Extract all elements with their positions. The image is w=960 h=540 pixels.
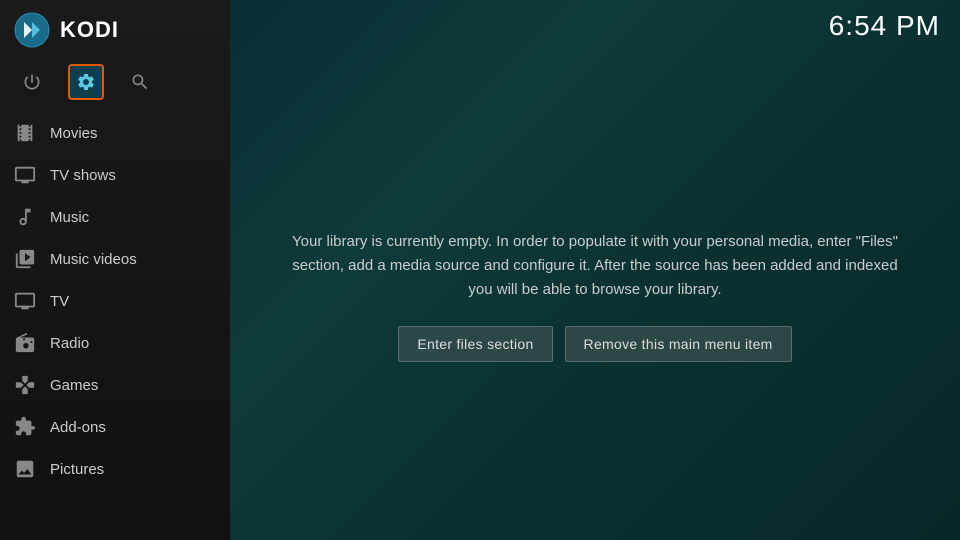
enter-files-button[interactable]: Enter files section [398,326,552,362]
sidebar-item-radio[interactable]: Radio [0,322,230,364]
sidebar-icon-row [0,60,230,112]
tv-icon [14,290,36,312]
sidebar-item-add-ons[interactable]: Add-ons [0,406,230,448]
sidebar-item-music[interactable]: Music [0,196,230,238]
sidebar-item-tv-shows[interactable]: TV shows [0,154,230,196]
content-area: Your library is currently empty. In orde… [230,52,960,540]
sidebar-label-movies: Movies [50,125,98,142]
empty-library-message: Your library is currently empty. In orde… [290,230,900,362]
radio-icon [14,332,36,354]
games-icon [14,374,36,396]
app-header: KODI [0,0,230,60]
sidebar-nav: Movies TV shows Music Music videos [0,112,230,490]
sidebar-label-add-ons: Add-ons [50,419,106,436]
remove-menu-item-button[interactable]: Remove this main menu item [565,326,792,362]
sidebar-item-games[interactable]: Games [0,364,230,406]
time-display: 6:54 PM [829,10,940,42]
music-videos-icon [14,248,36,270]
search-icon [130,72,150,92]
pictures-icon [14,458,36,480]
app-title: KODI [60,17,119,43]
movies-icon [14,122,36,144]
sidebar-label-music-videos: Music videos [50,251,137,268]
sidebar-label-pictures: Pictures [50,461,104,478]
sidebar-label-games: Games [50,377,98,394]
sidebar-item-pictures[interactable]: Pictures [0,448,230,490]
kodi-logo-icon [14,12,50,48]
sidebar-label-radio: Radio [50,335,89,352]
power-button[interactable] [14,64,50,100]
search-button[interactable] [122,64,158,100]
sidebar-label-tv: TV [50,293,69,310]
music-icon [14,206,36,228]
sidebar-item-tv[interactable]: TV [0,280,230,322]
sidebar-item-movies[interactable]: Movies [0,112,230,154]
sidebar-label-tv-shows: TV shows [50,167,116,184]
add-ons-icon [14,416,36,438]
top-bar: 6:54 PM [230,0,960,52]
tv-shows-icon [14,164,36,186]
sidebar-item-music-videos[interactable]: Music videos [0,238,230,280]
message-text: Your library is currently empty. In orde… [290,230,900,302]
settings-button[interactable] [68,64,104,100]
settings-icon [76,72,96,92]
main-content: 6:54 PM Your library is currently empty.… [230,0,960,540]
action-buttons: Enter files section Remove this main men… [290,326,900,362]
sidebar-label-music: Music [50,209,89,226]
sidebar: KODI Movies [0,0,230,540]
power-icon [22,72,42,92]
